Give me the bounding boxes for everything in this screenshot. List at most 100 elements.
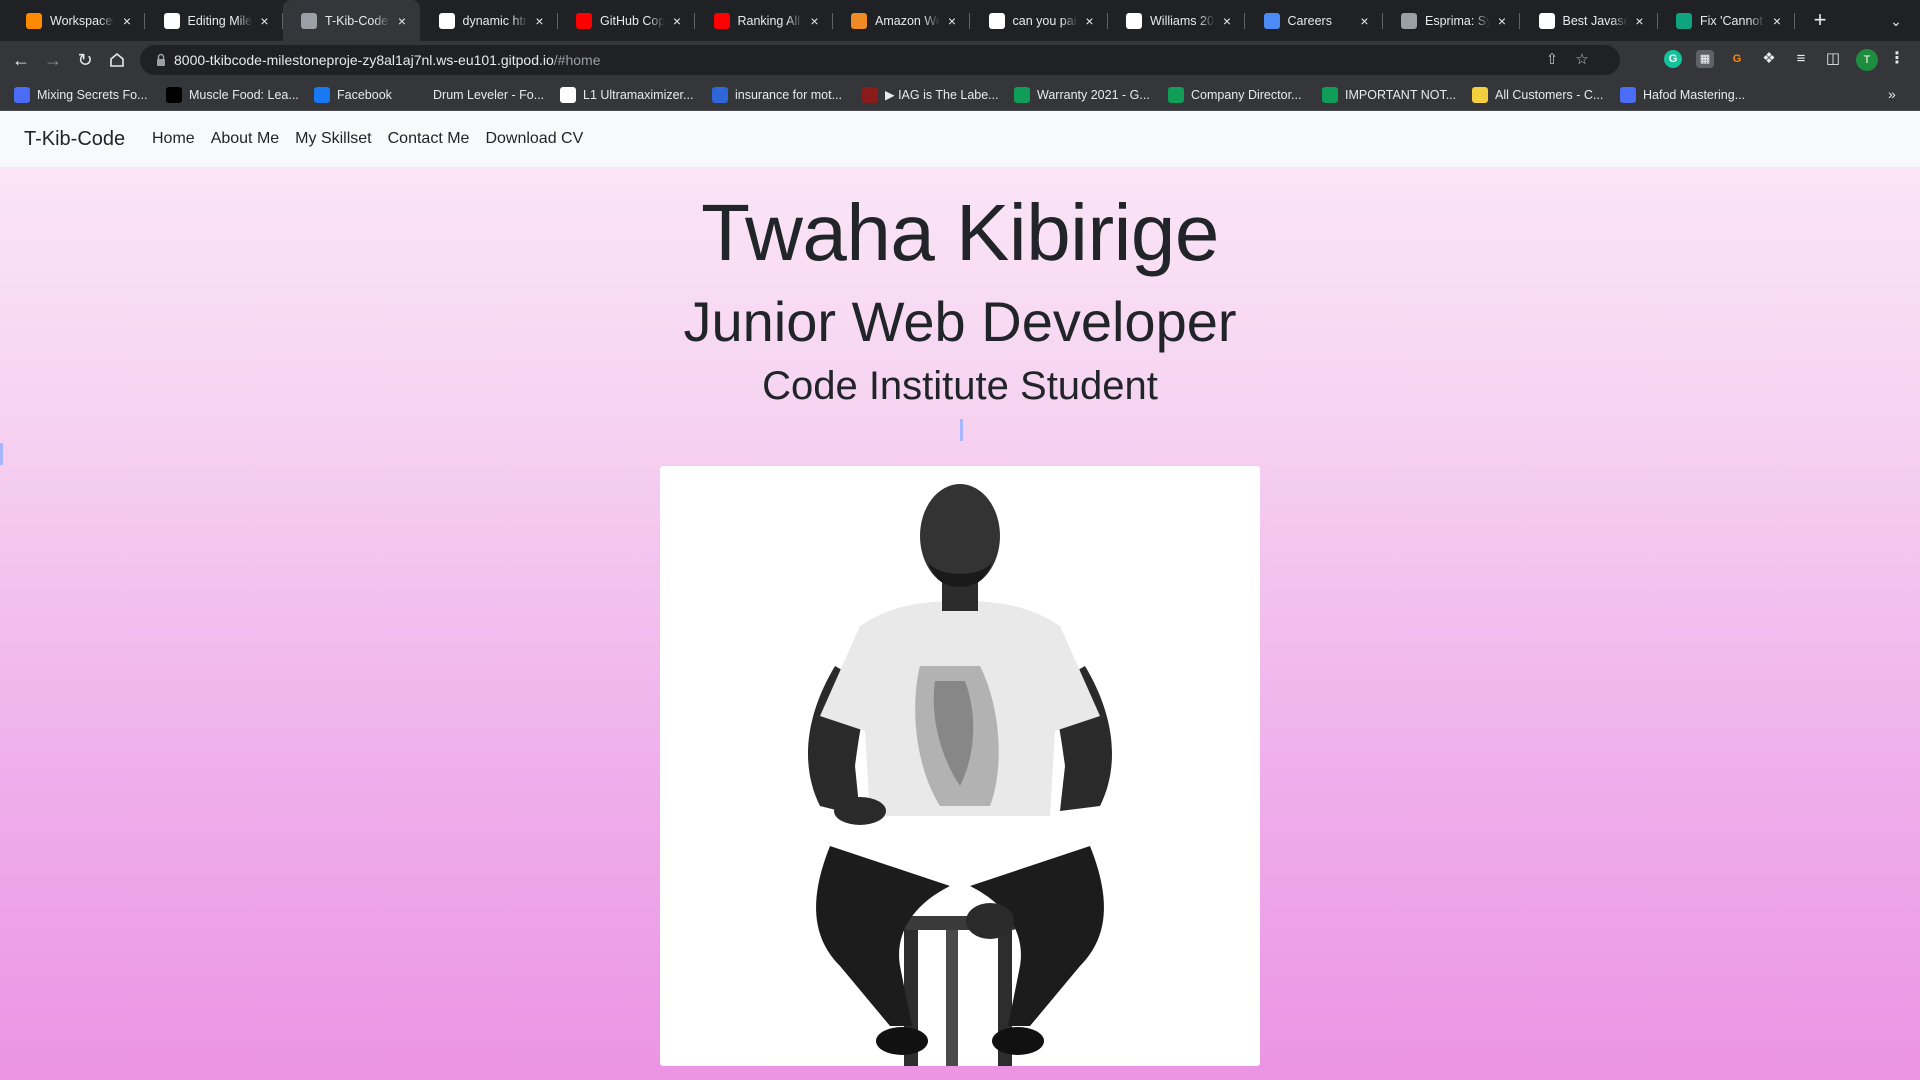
sr-icon xyxy=(410,86,426,103)
tab-title: Ranking All S xyxy=(737,13,803,28)
aws-icon xyxy=(851,12,867,29)
profile-avatar[interactable]: T xyxy=(1856,49,1878,71)
media-queue-icon[interactable]: ≡ xyxy=(1792,50,1810,68)
bookmark-label: Drum Leveler - Fo... xyxy=(433,87,545,102)
nav-home[interactable]: Home xyxy=(144,130,203,148)
extension-icon[interactable]: ▦ xyxy=(1696,50,1714,68)
grammarly-icon[interactable]: G xyxy=(1664,50,1682,68)
v-icon xyxy=(1472,86,1488,103)
tab-title: Amazon Web xyxy=(875,13,940,28)
forward-arrow-icon[interactable]: → xyxy=(40,47,66,73)
address-bar[interactable]: 8000-tkibcode-milestoneproje-zy8al1aj7nl… xyxy=(140,45,1620,75)
tab-title: can you pair xyxy=(1012,13,1078,28)
bookmark-item[interactable]: Warranty 2021 - G... xyxy=(1014,78,1150,111)
sheets-icon xyxy=(1322,86,1338,103)
hero-name: Twaha Kibirige xyxy=(701,188,1219,277)
google-icon xyxy=(438,12,455,29)
close-tab-icon[interactable]: × xyxy=(944,13,960,29)
browser-tab[interactable]: Amazon Web × xyxy=(833,0,970,41)
bookmark-item[interactable]: All Customers - C... xyxy=(1472,78,1603,111)
close-tab-icon[interactable]: × xyxy=(807,13,823,29)
bookmark-item[interactable]: Drum Leveler - Fo... xyxy=(410,78,544,111)
bookmark-item[interactable]: L1 Ultramaximizer... xyxy=(560,78,693,111)
browser-tab[interactable]: Editing Milestone × xyxy=(146,0,283,41)
reload-icon[interactable]: ↻ xyxy=(72,47,98,73)
browser-tab[interactable]: Ranking All S × xyxy=(696,0,833,41)
close-tab-icon[interactable]: × xyxy=(1494,13,1510,29)
tab-title: GitHub Copilot xyxy=(600,13,665,28)
browser-tab[interactable]: Careers × xyxy=(1246,0,1383,41)
close-tab-icon[interactable]: × xyxy=(1082,13,1098,29)
bookmark-item[interactable]: Mixing Secrets Fo... xyxy=(14,78,147,111)
sheets-icon xyxy=(1168,86,1184,103)
close-tab-icon[interactable]: × xyxy=(1219,13,1235,29)
globe-icon xyxy=(301,12,317,29)
browser-tab[interactable]: dynamic html × xyxy=(421,0,558,41)
close-tab-icon[interactable]: × xyxy=(1769,13,1785,29)
hero-role: Junior Web Developer xyxy=(683,290,1237,353)
bookmark-star-icon[interactable]: ☆ xyxy=(1574,52,1590,68)
bookmark-item[interactable]: Muscle Food: Lea... xyxy=(166,78,299,111)
bookmark-label: insurance for mot... xyxy=(735,87,842,102)
nav-my-skillset[interactable]: My Skillset xyxy=(287,130,379,148)
bookmark-label: All Customers - C... xyxy=(1495,87,1604,102)
tab-title: Best Javascri xyxy=(1562,13,1628,28)
new-tab-button[interactable]: + xyxy=(1808,9,1832,33)
bookmark-item[interactable]: Facebook xyxy=(314,78,392,111)
tab-title: Williams 202 xyxy=(1150,13,1215,28)
home-icon[interactable] xyxy=(104,47,130,73)
gitpod-extension-icon[interactable]: G xyxy=(1728,50,1746,68)
tab-title: Esprima: Syn xyxy=(1425,13,1490,28)
close-tab-icon[interactable]: × xyxy=(394,13,410,29)
more-bookmarks-icon[interactable]: » xyxy=(1888,78,1896,111)
tab-search-chevron-icon[interactable]: ⌄ xyxy=(1884,9,1908,33)
bookmark-item[interactable]: ▶ IAG is The Labe... xyxy=(862,78,999,111)
tab-title: Editing Milestone xyxy=(187,13,253,28)
tab-title: dynamic html xyxy=(462,13,528,28)
bookmark-label: L1 Ultramaximizer... xyxy=(583,87,694,102)
close-tab-icon[interactable]: × xyxy=(1632,13,1648,29)
side-panel-icon[interactable]: ◫ xyxy=(1824,50,1842,68)
puzzle-icon[interactable]: ❖ xyxy=(1760,50,1778,68)
menu-kebab-icon[interactable]: ⋮ xyxy=(1888,50,1906,68)
close-tab-icon[interactable]: × xyxy=(532,13,548,29)
profile-photo xyxy=(660,466,1260,1066)
bookmark-label: Company Director... xyxy=(1191,87,1302,102)
nav-contact-me[interactable]: Contact Me xyxy=(380,130,478,148)
bookmark-icon xyxy=(14,86,30,103)
bookmark-item[interactable]: Hafod Mastering... xyxy=(1620,78,1745,111)
close-tab-icon[interactable]: × xyxy=(257,13,273,29)
site-nav-links: Home About Me My Skillset Contact Me Dow… xyxy=(144,111,591,167)
sheets-icon xyxy=(1014,86,1030,103)
bookmark-item[interactable]: IMPORTANT NOT... xyxy=(1322,78,1456,111)
bookmarks-bar: Mixing Secrets Fo... Muscle Food: Lea... F… xyxy=(0,78,1920,111)
facebook-icon xyxy=(314,86,330,103)
browser-tab[interactable]: GitHub Copilot × xyxy=(558,0,695,41)
wikipedia-icon xyxy=(1126,12,1142,29)
browser-tab[interactable]: Williams 202 × xyxy=(1108,0,1245,41)
bookmark-label: Muscle Food: Lea... xyxy=(189,87,299,102)
browser-tab[interactable]: Fix 'Cannot s × xyxy=(1658,0,1795,41)
bookmark-item[interactable]: insurance for mot... xyxy=(712,78,842,111)
youtube-icon xyxy=(576,12,592,29)
nav-about-me[interactable]: About Me xyxy=(203,130,287,148)
browser-tab[interactable]: T-Kib-Code × xyxy=(283,0,420,41)
close-tab-icon[interactable]: × xyxy=(669,13,685,29)
browser-toolbar: ← → ↻ 8000-tkibcode-milestoneproje-zy8al… xyxy=(0,41,1920,78)
page-viewport: T-Kib-Code Home About Me My Skillset Con… xyxy=(0,111,1920,1080)
youtube-icon xyxy=(713,12,730,29)
browser-tab[interactable]: Esprima: Syn × xyxy=(1383,0,1520,41)
browser-tab[interactable]: can you pair × xyxy=(971,0,1108,41)
nav-download-cv[interactable]: Download CV xyxy=(477,130,591,148)
close-tab-icon[interactable]: × xyxy=(1357,13,1373,29)
bookmark-item[interactable]: Company Director... xyxy=(1168,78,1301,111)
browser-tab[interactable]: Workspaces × xyxy=(8,0,145,41)
back-arrow-icon[interactable]: ← xyxy=(8,47,34,73)
selection-marker xyxy=(0,443,3,465)
iag-icon xyxy=(862,86,878,103)
share-icon[interactable]: ⇧ xyxy=(1544,52,1560,68)
text-cursor xyxy=(960,419,963,441)
close-tab-icon[interactable]: × xyxy=(119,13,135,29)
site-brand[interactable]: T-Kib-Code xyxy=(24,111,125,167)
browser-tab[interactable]: Best Javascri × xyxy=(1521,0,1658,41)
